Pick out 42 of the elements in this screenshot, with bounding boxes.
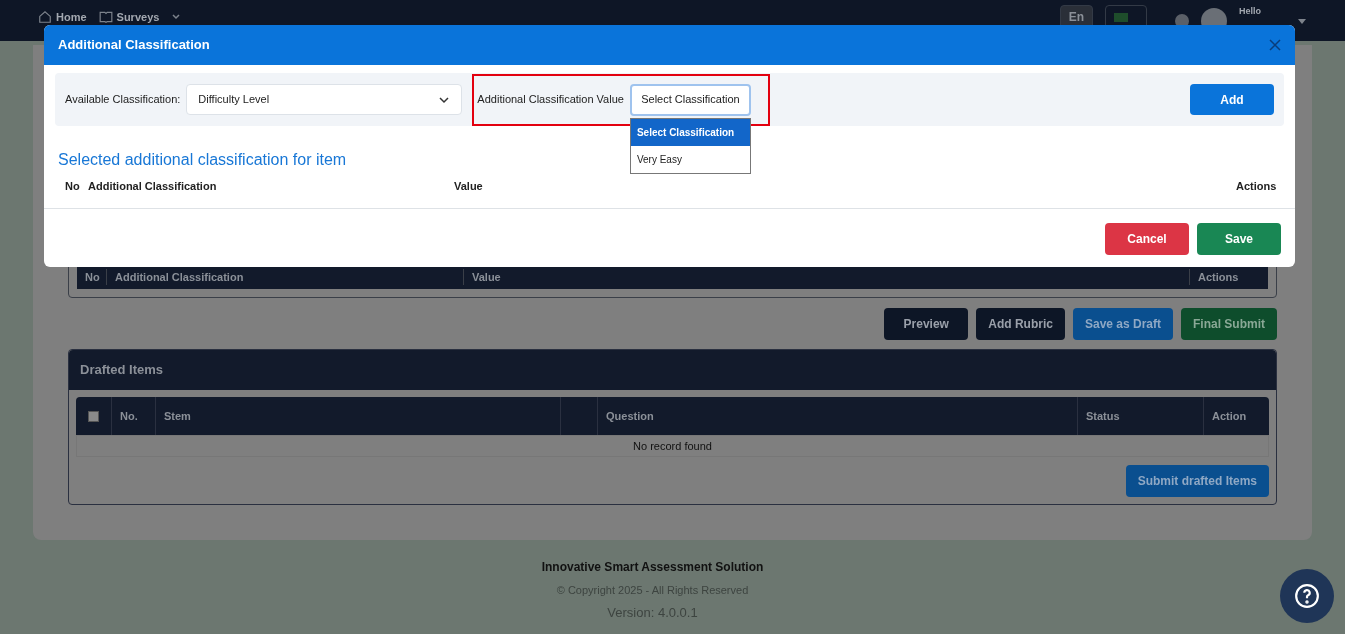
nav-link[interactable]: Home bbox=[56, 10, 87, 24]
home-icon bbox=[38, 10, 52, 24]
footer-title: Innovative Smart Assessment Solution bbox=[541, 559, 764, 576]
empty-message: No record found bbox=[633, 438, 712, 454]
column-header: Value bbox=[472, 270, 501, 283]
caret-icon bbox=[171, 12, 182, 22]
column-header: Question bbox=[606, 408, 654, 424]
close-icon[interactable] bbox=[1269, 39, 1281, 51]
modal-title: Additional Classification bbox=[58, 36, 210, 55]
panel-title: Drafted Items bbox=[80, 361, 164, 380]
column-header: Additional Classification bbox=[115, 270, 244, 283]
modal-button[interactable]: Cancel bbox=[1105, 222, 1189, 255]
modal-button[interactable]: Save bbox=[1197, 222, 1281, 255]
book-icon bbox=[98, 10, 113, 24]
action-button[interactable]: Save as Draft bbox=[1072, 308, 1173, 340]
field-label: Additional Classification Value bbox=[477, 92, 624, 108]
dropdown-option[interactable]: Select Classification bbox=[630, 118, 750, 146]
column-header: Value bbox=[454, 180, 483, 192]
nav-link[interactable]: Surveys bbox=[116, 10, 160, 24]
column-header: Stem bbox=[164, 408, 191, 424]
action-button[interactable]: Add Rubric bbox=[976, 308, 1065, 340]
submit-drafted-button[interactable]: Submit drafted Items bbox=[1125, 465, 1269, 497]
column-header: Additional Classification bbox=[88, 180, 217, 192]
column-header: Status bbox=[1086, 408, 1120, 424]
help-icon bbox=[1294, 583, 1320, 609]
field-label: Available Classification: bbox=[65, 92, 181, 108]
column-header: Actions bbox=[1236, 180, 1277, 192]
column-header: No bbox=[85, 270, 100, 283]
classification-select[interactable]: Difficulty Level bbox=[186, 84, 463, 115]
help-button[interactable] bbox=[1280, 569, 1334, 623]
action-button[interactable]: Preview bbox=[884, 308, 969, 340]
dropdown-option[interactable]: Very Easy bbox=[630, 145, 750, 173]
select-all-checkbox[interactable] bbox=[88, 410, 99, 422]
column-header: No. bbox=[120, 408, 138, 424]
add-button[interactable]: Add bbox=[1190, 84, 1274, 115]
section-title: Selected additional classification for item bbox=[58, 150, 347, 170]
column-header: No bbox=[65, 180, 80, 192]
column-header: Action bbox=[1212, 408, 1247, 424]
value-select[interactable]: Select Classification bbox=[629, 83, 751, 116]
column-header: Actions bbox=[1198, 270, 1239, 283]
action-button[interactable]: Final Submit bbox=[1181, 308, 1277, 340]
greeting-text: Hello bbox=[1239, 5, 1261, 18]
